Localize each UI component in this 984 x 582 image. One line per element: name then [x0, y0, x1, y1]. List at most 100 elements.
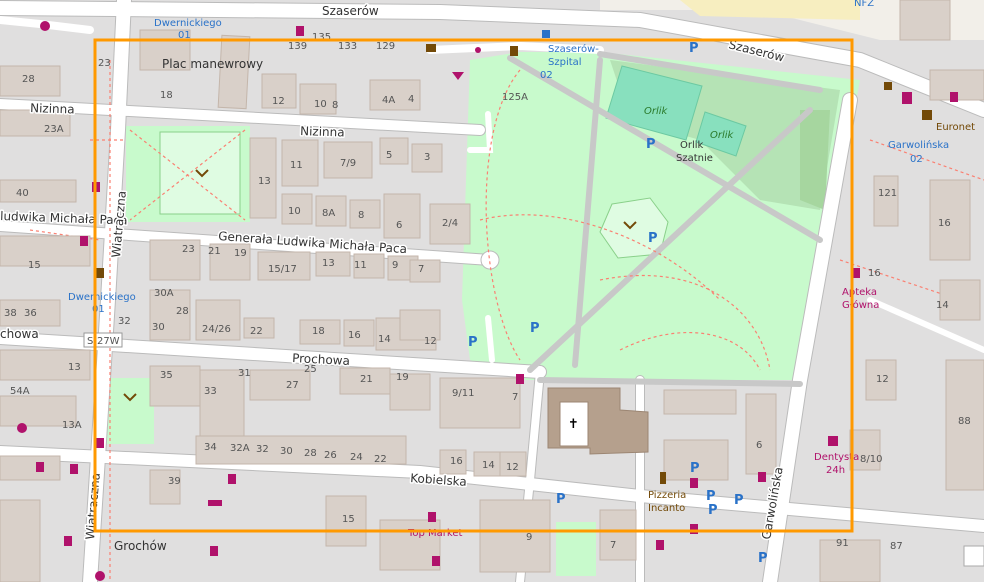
poi-dot-icon — [475, 47, 481, 53]
house-number: 30 — [280, 446, 293, 457]
house-number: 9 — [526, 532, 532, 543]
pitch-label-orlik-2: Orlik — [710, 130, 735, 141]
bicycle-parking-icon: P — [648, 231, 658, 246]
house-number: 16 — [868, 268, 881, 279]
house-number: 26 — [324, 450, 337, 461]
house-number: 133 — [338, 41, 357, 52]
house-number: 34 — [204, 442, 217, 453]
school-icon — [902, 92, 912, 104]
playground-park — [106, 378, 154, 444]
house-number: 12 — [506, 462, 519, 473]
bus-stop-dwernickiego-top: Dwernickiego — [154, 18, 222, 29]
pitch-label-orlik: Orlik — [644, 106, 669, 117]
house-number: 19 — [396, 372, 409, 383]
house-number: 31 — [238, 368, 251, 379]
house-number: 24/26 — [202, 324, 231, 335]
house-number: 39 — [168, 476, 181, 487]
house-number: 2/4 — [442, 218, 458, 229]
cafe-icon — [884, 82, 892, 90]
house-number: 6 — [396, 220, 402, 231]
bicycle-icon — [80, 236, 88, 246]
restaurant-icon — [660, 472, 666, 484]
dentist-2: 24h — [826, 465, 845, 476]
pet-icon — [17, 423, 27, 433]
bus-stop-garwolinska: Garwolińska — [888, 139, 949, 151]
atm-icon — [922, 110, 932, 120]
house-number: 15 — [28, 260, 41, 271]
house-number: 25 — [304, 364, 317, 375]
shop-icon — [228, 474, 236, 484]
dentist-icon — [828, 436, 838, 446]
house-number: 32 — [118, 316, 131, 327]
bus-stop-dwernickiego-left: Dwernickiego — [68, 292, 136, 303]
house-number: 22 — [374, 454, 387, 465]
shop-icon — [296, 26, 304, 36]
house-number: 5 — [386, 150, 392, 161]
house-number: 14 — [378, 334, 391, 345]
house-number: 8A — [322, 208, 335, 219]
house-number: 91 — [836, 538, 849, 549]
drink-icon — [96, 268, 104, 278]
house-number: 22 — [250, 326, 263, 337]
house-number: 18 — [160, 90, 173, 101]
house-number: 11 — [290, 160, 303, 171]
house-number: 7 — [418, 264, 424, 275]
house-number: 7 — [610, 540, 616, 551]
house-number: 32A — [230, 443, 250, 454]
bag-icon — [70, 464, 78, 474]
house-number: 32 — [256, 444, 269, 455]
house-number: 9/11 — [452, 388, 474, 399]
bicycle-parking-icon: P — [646, 137, 656, 152]
house-number: 10 — [288, 206, 301, 217]
pharmacy-apteka-2: Główna — [842, 299, 879, 311]
parking-icon: P — [690, 461, 700, 476]
shop-icon — [64, 536, 72, 546]
map-canvas[interactable]: ✝ Szaserów Szaserów Nizinna Nizinna ludw… — [0, 0, 984, 582]
house-number: 21 — [208, 246, 221, 257]
place-plac-manewrowy: Plac manewrowy — [162, 57, 263, 71]
house-number: 27 — [286, 380, 299, 391]
route-ref: S-27W — [87, 336, 120, 347]
house-number: 18 — [312, 326, 325, 337]
shop-icon — [690, 478, 698, 488]
parking-icon: P — [689, 41, 699, 56]
street-nizinna-left: Nizinna — [30, 101, 75, 117]
house-number: 14 — [936, 300, 949, 311]
house-number: 125A — [502, 92, 528, 103]
house-number: 12 — [876, 374, 889, 385]
parking-icon: P — [468, 335, 478, 350]
house-number: 13 — [322, 258, 335, 269]
bicycle-parking-icon: P — [530, 321, 540, 336]
fastfood-icon — [426, 44, 436, 52]
bus-stop-szaserow-2: Szpital — [548, 57, 582, 68]
house-number: 4A — [382, 95, 395, 106]
house-number: 28 — [304, 448, 317, 459]
optician-icon — [208, 500, 222, 506]
house-number: 36 — [24, 308, 37, 319]
house-number: 23 — [182, 244, 195, 255]
supermarket-icon — [428, 512, 436, 522]
cafe-icon — [510, 46, 518, 56]
house-number: 40 — [16, 188, 29, 199]
shop-icon — [516, 374, 524, 384]
library-icon — [96, 438, 104, 448]
house-number: 14 — [482, 460, 495, 471]
house-number: 19 — [234, 248, 247, 259]
house-number: 24 — [350, 452, 363, 463]
house-number: 139 — [288, 41, 307, 52]
parking-icon: P — [734, 493, 744, 508]
house-number: 87 — [890, 541, 903, 552]
house-number: 13 — [258, 176, 271, 187]
pizzeria-1: Pizzeria — [648, 490, 686, 501]
house-number: 33 — [204, 386, 217, 397]
atm-euronet: Euronet — [936, 122, 975, 133]
house-number: 23A — [44, 124, 64, 135]
house-number: 23 — [98, 58, 111, 69]
parking-icon: P — [556, 492, 566, 507]
church-icon: ✝ — [568, 417, 579, 432]
house-number: 13A — [62, 420, 82, 431]
pharmacy-apteka-1: Apteka — [842, 287, 877, 298]
house-number: 11 — [354, 260, 367, 271]
house-number: 7/9 — [340, 158, 356, 169]
house-number: 4 — [408, 94, 414, 105]
